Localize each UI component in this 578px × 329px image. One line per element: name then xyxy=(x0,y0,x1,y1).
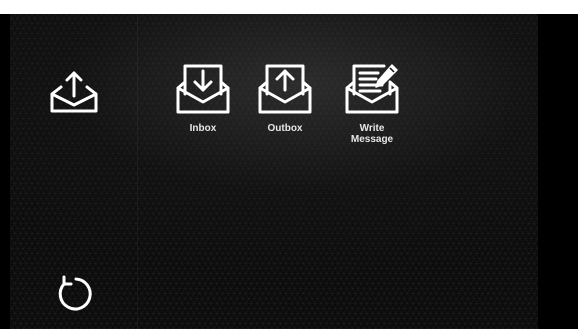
inbox-label: Inbox xyxy=(189,123,217,134)
message-screen: Inbox Outbox Write Message xyxy=(0,14,578,329)
back-button[interactable] xyxy=(52,272,94,314)
write-message-icon xyxy=(345,64,399,114)
outbox-label: Outbox xyxy=(267,123,303,134)
inbox-button[interactable]: Inbox xyxy=(163,62,243,134)
outbox-button[interactable]: Outbox xyxy=(245,62,325,134)
mail-export-icon xyxy=(50,71,98,113)
mail-export-button[interactable] xyxy=(48,69,100,115)
write-message-label: Write Message xyxy=(350,123,394,145)
sidebar-divider xyxy=(137,14,138,329)
outbox-envelope-icon xyxy=(258,64,312,114)
left-edge xyxy=(0,14,10,329)
write-message-button[interactable]: Write Message xyxy=(332,62,412,145)
inbox-envelope-icon xyxy=(176,64,230,114)
refresh-back-icon xyxy=(58,275,92,311)
